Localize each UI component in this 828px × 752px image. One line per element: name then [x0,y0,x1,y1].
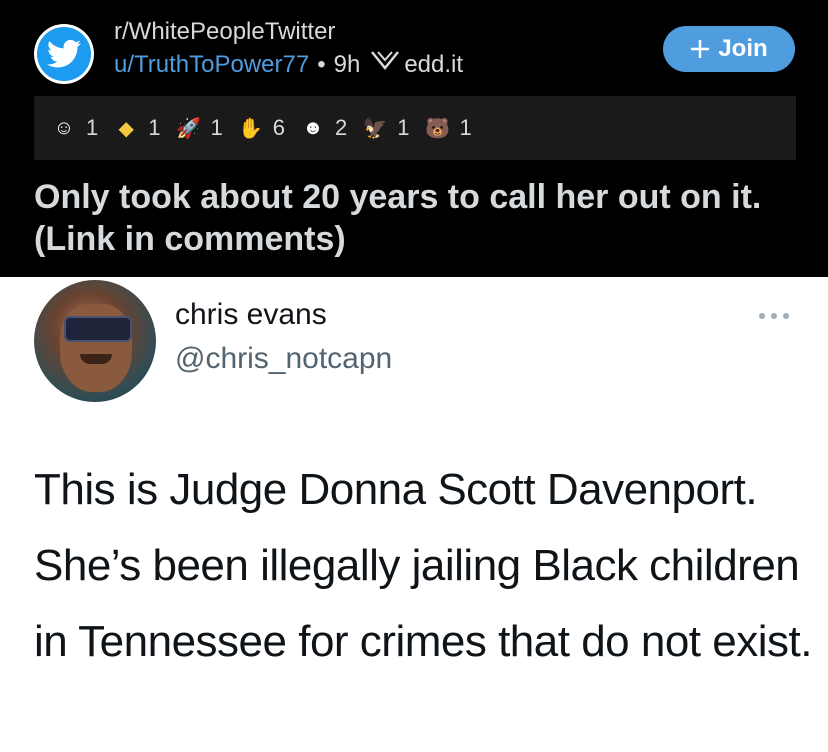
tweet-author-name: chris evans [175,298,327,331]
plus-icon [690,39,710,59]
join-button[interactable]: Join [663,26,795,72]
award-count: 2 [335,115,348,140]
bravo-award-icon: ☻ [302,116,324,139]
award-count: 1 [397,115,410,140]
award-count: 6 [272,115,285,140]
award-item[interactable]: ◆ 1 [110,112,161,144]
join-label: Join [718,35,768,62]
award-count: 1 [210,115,223,140]
post-meta: u/TruthToPower77 • 9h edd.it [114,50,463,79]
award-item[interactable]: 🦅 1 [359,112,410,144]
award-item[interactable]: ✋ 6 [235,112,285,144]
award-count: 1 [148,115,161,140]
post-age: 9h [333,50,361,78]
post-title[interactable]: Only took about 20 years to call her out… [34,176,804,260]
username-link[interactable]: u/TruthToPower77 [114,51,309,79]
eagle-award-icon: 🦅 [362,117,388,140]
award-item[interactable]: 🐻 1 [422,112,472,144]
more-options-icon [754,306,794,326]
tweet-author-avatar [34,280,156,402]
awards-bar[interactable]: ☺ 1 ◆ 1 🚀 1 ✋ 6 ☻ 2 🦅 1 🐻 1 [34,96,796,160]
subreddit-name[interactable]: r/WhitePeopleTwitter [114,18,335,46]
award-item[interactable]: ☺ 1 [48,112,98,144]
reddit-post-header: r/WhitePeopleTwitter u/TruthToPower77 • … [0,0,828,277]
award-item[interactable]: 🚀 1 [173,112,223,144]
meta-separator: • [317,50,326,78]
chevron-down-icon[interactable] [370,50,400,79]
hugz-award-icon: ✋ [238,117,264,140]
rocket-like-award-icon: 🚀 [176,117,201,140]
award-count: 1 [86,115,99,140]
tweet-text: This is Judge Donna Scott Davenport. She… [34,465,812,666]
helpful-award-icon: ◆ [118,117,134,140]
subreddit-avatar[interactable] [34,24,94,84]
tweet-author-handle: @chris_notcapn [175,342,393,375]
link-domain[interactable]: edd.it [404,51,463,79]
award-item[interactable]: ☻ 2 [297,112,347,144]
award-count: 1 [459,115,472,140]
twitter-bird-icon [37,27,91,81]
facepalm-award-icon: 🐻 [425,117,450,140]
wholesome-award-icon: ☺ [53,116,75,139]
